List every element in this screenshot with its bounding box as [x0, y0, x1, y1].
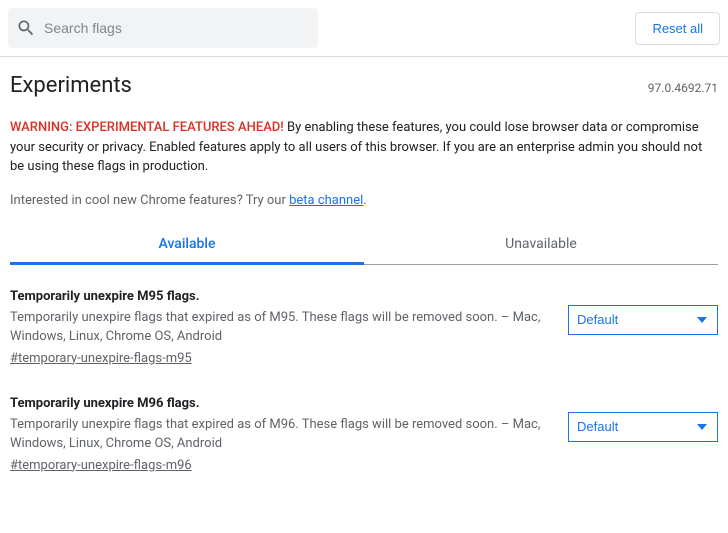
beta-block: Interested in cool new Chrome features? … [10, 193, 718, 208]
flag-title: Temporarily unexpire M95 flags. [10, 289, 548, 304]
search-box[interactable] [8, 8, 318, 48]
flag-row: Temporarily unexpire M95 flags. Temporar… [10, 289, 718, 366]
tab-unavailable[interactable]: Unavailable [364, 226, 718, 265]
flag-row: Temporarily unexpire M96 flags. Temporar… [10, 396, 718, 473]
topbar: Reset all [0, 0, 728, 56]
content: Experiments 97.0.4692.71 WARNING: EXPERI… [0, 57, 728, 527]
reset-all-button[interactable]: Reset all [635, 12, 720, 45]
page-title: Experiments [10, 73, 132, 98]
tabs: Available Unavailable [10, 226, 718, 265]
flag-hash-link[interactable]: #temporary-unexpire-flags-m96 [10, 458, 192, 473]
version-text: 97.0.4692.71 [648, 81, 718, 95]
flag-title: Temporarily unexpire M96 flags. [10, 396, 548, 411]
flag-description: Temporarily unexpire flags that expired … [10, 415, 548, 454]
warning-prefix: WARNING: EXPERIMENTAL FEATURES AHEAD! [10, 120, 284, 135]
flag-select[interactable]: Default [568, 412, 718, 442]
flag-hash-link[interactable]: #temporary-unexpire-flags-m95 [10, 351, 192, 366]
flag-select[interactable]: Default [568, 305, 718, 335]
search-icon [16, 18, 36, 38]
flag-description: Temporarily unexpire flags that expired … [10, 308, 548, 347]
warning-block: WARNING: EXPERIMENTAL FEATURES AHEAD! By… [10, 118, 718, 177]
beta-suffix: . [363, 193, 366, 208]
beta-channel-link[interactable]: beta channel [289, 193, 363, 208]
search-input[interactable] [36, 20, 310, 36]
tab-available[interactable]: Available [10, 226, 364, 265]
beta-prefix: Interested in cool new Chrome features? … [10, 193, 289, 208]
